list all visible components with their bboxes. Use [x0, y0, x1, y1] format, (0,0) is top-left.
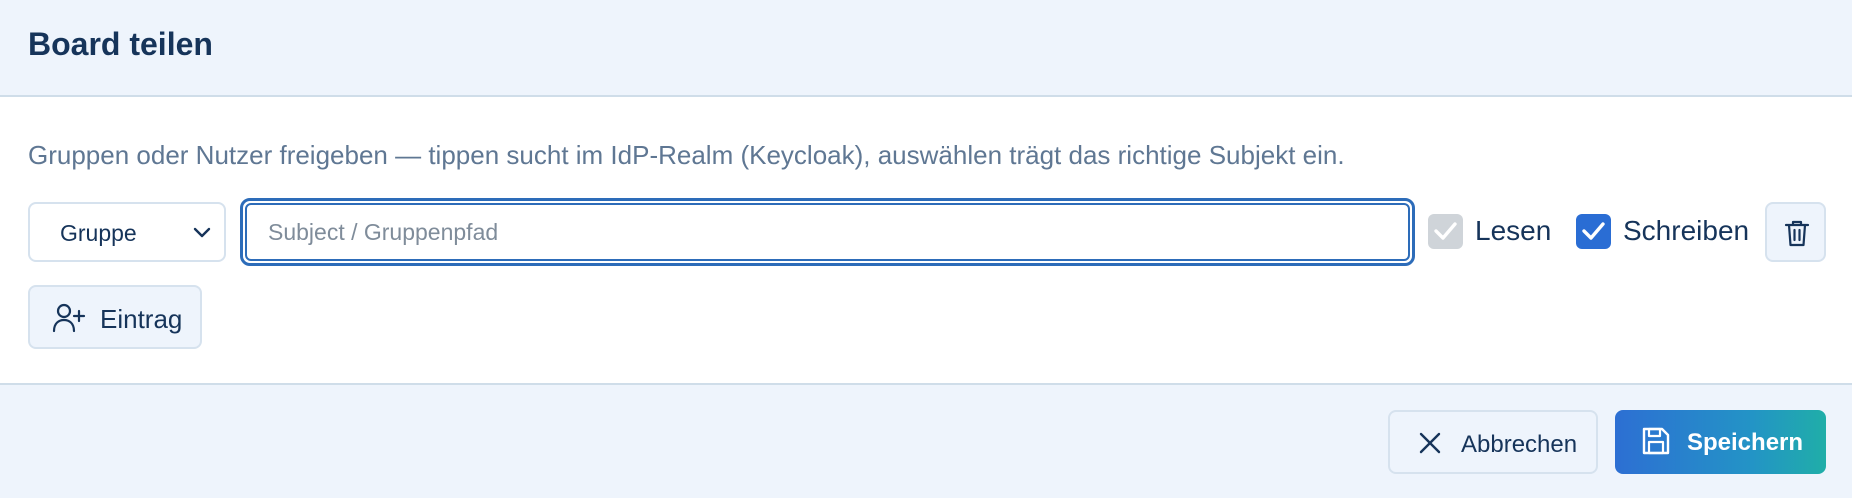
subject-type-select[interactable]: Gruppe: [28, 202, 226, 262]
share-description: Gruppen oder Nutzer freigeben — tippen s…: [28, 140, 1345, 170]
cancel-button[interactable]: Abbrechen: [1388, 410, 1598, 474]
add-entry-button[interactable]: Eintrag: [28, 285, 202, 349]
dialog-body: Gruppen oder Nutzer freigeben — tippen s…: [0, 97, 1852, 383]
save-label: Speichern: [1687, 429, 1804, 456]
subject-input[interactable]: [247, 205, 1408, 259]
read-checkbox[interactable]: [1428, 214, 1463, 249]
save-button[interactable]: Speichern: [1615, 410, 1826, 474]
share-board-dialog: Board teilen Gruppen oder Nutzer freigeb…: [0, 0, 1852, 498]
subject-input-box: [245, 203, 1410, 261]
read-label: Lesen: [1475, 215, 1552, 246]
subject-input-focus-ring: [240, 198, 1415, 266]
add-entry-label: Eintrag: [100, 304, 183, 334]
write-label: Schreiben: [1623, 215, 1750, 246]
write-checkbox[interactable]: [1576, 214, 1611, 249]
dialog-title: Board teilen: [28, 26, 213, 62]
subject-type-value: Gruppe: [60, 220, 137, 246]
dialog-header: Board teilen: [0, 0, 1852, 97]
cancel-label: Abbrechen: [1461, 431, 1578, 458]
chevron-down-icon: [188, 218, 216, 251]
dialog-footer: Abbrechen Speichern: [0, 383, 1852, 498]
delete-entry-button[interactable]: [1765, 202, 1826, 262]
